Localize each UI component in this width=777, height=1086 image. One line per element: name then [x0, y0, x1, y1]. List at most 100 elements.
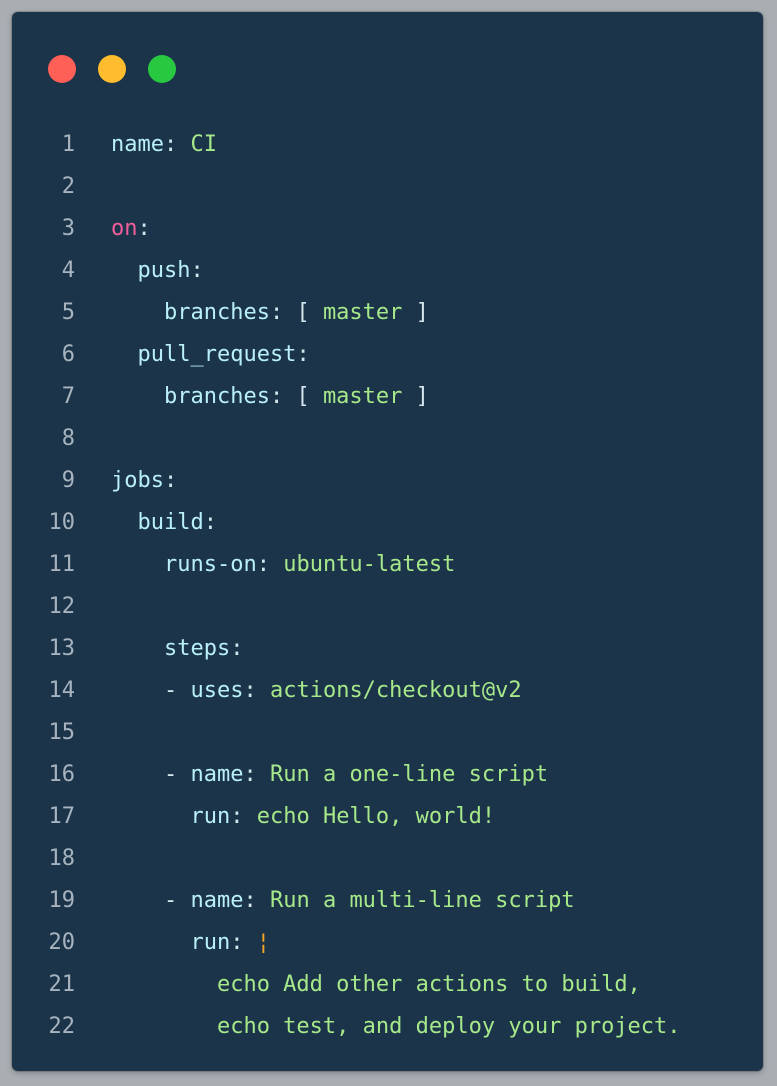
code-token: jobs — [111, 468, 164, 493]
line-number: 5 — [61, 300, 75, 325]
line-content: branches: [ master ] — [111, 292, 429, 334]
code-line: 6 pull_request: — [12, 334, 763, 376]
maximize-window-button[interactable] — [148, 55, 176, 83]
code-token: : — [243, 762, 270, 787]
code-token: : — [230, 636, 244, 661]
code-line: 14 - uses: actions/checkout@v2 — [12, 670, 763, 712]
line-number: 7 — [61, 384, 75, 409]
code-line: 8 — [12, 418, 763, 460]
code-block[interactable]: 1 name: CI 2 3 on: 4 push: 5 branches: [ maste… — [12, 124, 763, 1048]
code-line: 2 — [12, 166, 763, 208]
code-token: steps — [111, 636, 231, 661]
code-line: 19 - name: Run a multi-line script — [12, 880, 763, 922]
line-number: 17 — [48, 804, 76, 829]
code-token: branches — [111, 384, 270, 409]
code-line: 4 push: — [12, 250, 763, 292]
line-content: steps: — [111, 628, 244, 670]
code-token: : [ — [269, 384, 323, 409]
line-number: 16 — [48, 762, 76, 787]
line-content: build: — [111, 502, 217, 544]
line-number: 1 — [61, 132, 75, 157]
code-token: CI — [190, 132, 217, 157]
line-number: 20 — [48, 930, 76, 955]
code-token: actions/checkout@v2 — [269, 678, 522, 703]
code-token: ] — [402, 300, 429, 325]
code-line: 11 runs-on: ubuntu-latest — [12, 544, 763, 586]
code-token: : — [296, 342, 310, 367]
code-token: : — [230, 930, 257, 955]
code-token: : — [163, 468, 178, 493]
code-token: : [ — [269, 300, 323, 325]
code-line: 13 steps: — [12, 628, 763, 670]
line-number: 10 — [48, 510, 76, 535]
line-content: run: echo Hello, world! — [111, 796, 495, 838]
line-number: 4 — [61, 258, 75, 283]
code-token: branches — [111, 300, 270, 325]
line-number: 14 — [48, 678, 76, 703]
line-content: echo test, and deploy your project. — [111, 1006, 681, 1048]
line-number: 21 — [48, 972, 76, 997]
line-number: 12 — [48, 594, 76, 619]
line-content: name: CI — [111, 124, 217, 166]
line-content: - name: Run a multi-line script — [111, 880, 575, 922]
code-line: 16 - name: Run a one-line script — [12, 754, 763, 796]
minimize-window-button[interactable] — [98, 55, 126, 83]
line-number: 22 — [48, 1014, 76, 1039]
code-token: name — [190, 888, 244, 913]
code-token: name — [190, 762, 244, 787]
line-content: echo Add other actions to build, — [111, 964, 641, 1006]
code-token: run — [111, 804, 231, 829]
code-line: 5 branches: [ master ] — [12, 292, 763, 334]
line-number: 3 — [61, 216, 75, 241]
code-token: push — [111, 258, 191, 283]
code-token: master — [322, 300, 403, 325]
line-content: - uses: actions/checkout@v2 — [111, 670, 522, 712]
code-line: 17 run: echo Hello, world! — [12, 796, 763, 838]
code-token: : — [190, 258, 204, 283]
code-token: ¦ — [256, 930, 270, 955]
code-token: runs-on — [111, 552, 257, 577]
code-line: 20 run: ¦ — [12, 922, 763, 964]
code-token: echo Hello, world! — [256, 804, 496, 829]
code-token: ubuntu-latest — [283, 552, 456, 577]
code-line: 21 echo Add other actions to build, — [12, 964, 763, 1006]
code-token: Run a multi-line script — [269, 888, 575, 913]
line-number: 9 — [61, 468, 75, 493]
close-window-button[interactable] — [48, 55, 76, 83]
code-line: 10 build: — [12, 502, 763, 544]
code-token: uses — [190, 678, 244, 703]
line-number: 19 — [48, 888, 76, 913]
code-token: : — [137, 216, 151, 241]
code-window: 1 name: CI 2 3 on: 4 push: 5 branches: [ maste… — [12, 12, 763, 1071]
code-line: 3 on: — [12, 208, 763, 250]
code-token: name — [111, 132, 164, 157]
code-token: : — [243, 678, 270, 703]
code-token: : — [230, 804, 257, 829]
code-line: 12 — [12, 586, 763, 628]
line-number: 18 — [48, 846, 76, 871]
code-token: echo Add other actions to build, — [111, 972, 641, 997]
line-content: runs-on: ubuntu-latest — [111, 544, 455, 586]
line-content: pull_request: — [111, 334, 310, 376]
line-content: jobs: — [111, 460, 177, 502]
code-token: - — [111, 762, 191, 787]
code-line: 9 jobs: — [12, 460, 763, 502]
line-content: on: — [111, 208, 151, 250]
line-content: branches: [ master ] — [111, 376, 429, 418]
window-titlebar — [12, 12, 763, 112]
code-token: echo test, and deploy your project. — [111, 1014, 681, 1039]
line-number: 11 — [48, 552, 76, 577]
code-token: - — [111, 888, 191, 913]
code-token: master — [322, 384, 403, 409]
line-number: 6 — [61, 342, 75, 367]
line-number: 2 — [61, 174, 75, 199]
code-token: : — [243, 888, 270, 913]
code-line: 22 echo test, and deploy your project. — [12, 1006, 763, 1048]
line-number: 13 — [48, 636, 76, 661]
code-token: ] — [402, 384, 429, 409]
line-content: run: ¦ — [111, 922, 270, 964]
code-token: : — [256, 552, 284, 577]
line-number: 8 — [61, 426, 75, 451]
code-token: : — [203, 510, 217, 535]
code-token: - — [111, 678, 191, 703]
